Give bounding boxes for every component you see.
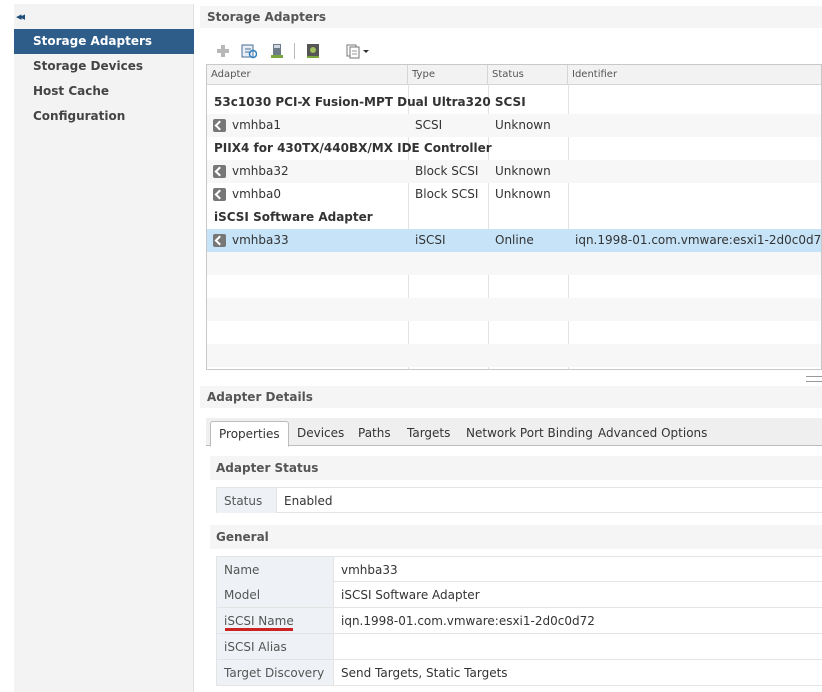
property-label: Target Discovery <box>217 660 334 685</box>
left-nav: ◂◂ Storage Adapters Storage Devices Host… <box>14 4 194 692</box>
column-header-status[interactable]: Status <box>488 65 568 85</box>
cell-identifier <box>568 160 575 183</box>
property-row: Model iSCSI Software Adapter <box>216 582 822 608</box>
cell-identifier <box>568 114 575 137</box>
cell-status: Unknown <box>495 164 551 178</box>
group-row[interactable]: PIIX4 for 430TX/440BX/MX IDE Controller <box>207 137 821 160</box>
property-row: Target Discovery Send Targets, Static Ta… <box>216 660 822 686</box>
collapse-nav-icon[interactable]: ◂◂ <box>16 10 25 23</box>
adapter-status-title: Adapter Status <box>210 456 822 480</box>
property-value: Enabled <box>284 494 333 508</box>
cell-identifier: iqn.1998-01.com.vmware:esxi1-2d0c0d72 <box>575 233 822 247</box>
property-value: vmhba33 <box>341 563 398 577</box>
cell-adapter: vmhba33 <box>232 233 289 247</box>
table-header: Adapter Type Status Identifier <box>207 65 821 85</box>
nav-item-storage-devices[interactable]: Storage Devices <box>14 54 194 79</box>
empty-row <box>207 298 821 321</box>
table-row[interactable]: vmhba1 SCSI Unknown <box>207 114 821 137</box>
property-row: iSCSI Name iqn.1998-01.com.vmware:esxi1-… <box>216 608 822 634</box>
property-label: Model <box>217 582 334 607</box>
cell-status: Online <box>495 233 534 247</box>
panel-splitter-handle[interactable] <box>806 376 822 382</box>
cell-identifier <box>568 183 575 206</box>
storage-adapters-title: Storage Adapters <box>200 6 822 28</box>
table-row-selected[interactable]: vmhba33 iSCSI Online iqn.1998-01.com.vmw… <box>207 229 822 252</box>
column-header-type[interactable]: Type <box>408 65 488 85</box>
empty-row <box>207 252 821 275</box>
cell-status: Unknown <box>495 118 551 132</box>
tab-devices[interactable]: Devices <box>289 421 352 446</box>
general-title: General <box>210 525 822 549</box>
cell-type: SCSI <box>415 118 443 132</box>
red-underline-annotation <box>225 628 293 631</box>
empty-row <box>207 275 821 298</box>
tab-properties[interactable]: Properties <box>210 421 289 447</box>
tab-targets[interactable]: Targets <box>399 421 458 446</box>
property-row: Status Enabled <box>216 487 822 513</box>
group-name: PIIX4 for 430TX/440BX/MX IDE Controller <box>214 141 492 155</box>
toolbar-separator <box>294 43 295 59</box>
group-name: iSCSI Software Adapter <box>214 210 373 224</box>
property-value <box>335 634 341 659</box>
refresh-icon[interactable] <box>304 42 322 60</box>
cell-adapter: vmhba1 <box>232 118 282 132</box>
cell-adapter: vmhba0 <box>232 187 282 201</box>
property-value: Send Targets, Static Targets <box>341 666 508 680</box>
property-row: Name vmhba33 <box>216 556 822 582</box>
table-row[interactable]: vmhba32 Block SCSI Unknown <box>207 160 821 183</box>
main-panel: Storage Adapters Adapter Type Status Ide… <box>200 4 822 692</box>
cell-type: Block SCSI <box>415 164 479 178</box>
tab-advanced-options[interactable]: Advanced Options <box>590 421 715 446</box>
adapter-details-title: Adapter Details <box>200 386 822 408</box>
cell-status: Unknown <box>495 187 551 201</box>
column-header-identifier[interactable]: Identifier <box>568 65 821 85</box>
property-label-text: iSCSI Name <box>224 614 294 628</box>
adapter-table: Adapter Type Status Identifier 53c1030 P… <box>206 64 822 370</box>
actions-menu-icon[interactable] <box>344 42 374 60</box>
table-row[interactable]: vmhba0 Block SCSI Unknown <box>207 183 821 206</box>
property-label: Name <box>217 557 334 582</box>
property-value: iqn.1998-01.com.vmware:esxi1-2d0c0d72 <box>341 614 595 628</box>
tab-network-port-binding[interactable]: Network Port Binding <box>458 421 601 446</box>
property-value: iSCSI Software Adapter <box>341 588 480 602</box>
property-label-iscsi-name: iSCSI Name <box>217 608 334 633</box>
cell-adapter: vmhba32 <box>232 164 289 178</box>
property-row: iSCSI Alias <box>216 634 822 660</box>
column-header-adapter[interactable]: Adapter <box>207 65 408 85</box>
details-tabs: Properties Devices Paths Targets Network… <box>206 418 822 447</box>
adapter-toolbar <box>208 40 508 62</box>
nav-item-host-cache-configuration[interactable]: Host Cache Configuration <box>14 79 194 123</box>
add-icon[interactable] <box>214 42 232 60</box>
cell-type: iSCSI <box>415 233 446 247</box>
property-label: Status <box>217 488 277 513</box>
property-label: iSCSI Alias <box>217 634 334 659</box>
cell-type: Block SCSI <box>415 187 479 201</box>
empty-row <box>207 344 821 367</box>
tab-paths[interactable]: Paths <box>350 421 399 446</box>
group-row[interactable]: 53c1030 PCI-X Fusion-MPT Dual Ultra320 S… <box>207 91 821 114</box>
group-row[interactable]: iSCSI Software Adapter <box>207 206 821 229</box>
rescan-icon[interactable] <box>240 42 258 60</box>
nav-item-storage-adapters[interactable]: Storage Adapters <box>14 29 194 54</box>
rescan-vmfs-icon[interactable] <box>268 42 286 60</box>
group-name: 53c1030 PCI-X Fusion-MPT Dual Ultra320 S… <box>214 95 526 109</box>
empty-row <box>207 321 821 344</box>
